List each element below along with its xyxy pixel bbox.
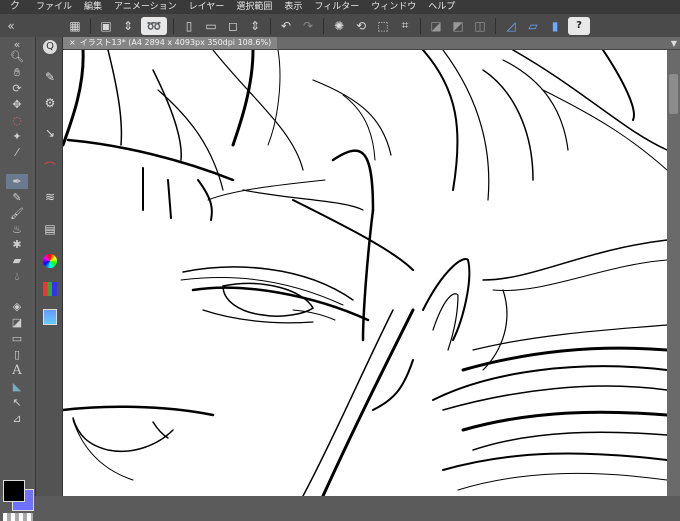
document-tab-title: イラスト13* (A4 2894 x 4093px 350dpi 108.6%)	[79, 38, 272, 47]
ruler-tool-icon[interactable]: ⊿	[6, 411, 28, 426]
chevron-updown-icon[interactable]: ⇕	[246, 17, 264, 35]
undo-icon[interactable]: ↶	[277, 17, 295, 35]
navigator-icon[interactable]: Q	[40, 37, 60, 57]
redo-icon[interactable]: ↷	[299, 17, 317, 35]
settings-icon[interactable]: ⚙	[40, 93, 60, 113]
page-icon[interactable]: ▯	[180, 17, 198, 35]
menu-selection[interactable]: 選択範囲	[230, 0, 278, 14]
fill-icon[interactable]: ◈	[6, 299, 28, 314]
sub-panel-column: Q ✎ ⚙ ↘ ⌒ ≋ ▤	[36, 37, 63, 496]
transform-icon[interactable]: ⟲	[352, 17, 370, 35]
layer-icon[interactable]: ▤	[40, 219, 60, 239]
brush-size-icon[interactable]: ⌒	[40, 157, 60, 177]
gradient-icon[interactable]: ◩	[449, 17, 467, 35]
brush-stroke-icon[interactable]: ≋	[40, 187, 60, 207]
brush-icon[interactable]: 🖌︎	[6, 206, 28, 221]
mesh-icon[interactable]: ◫	[471, 17, 489, 35]
wand-icon[interactable]: ✦	[6, 129, 28, 144]
line-correct-icon[interactable]: ↖	[6, 395, 28, 410]
scale-icon[interactable]: ⬚	[374, 17, 392, 35]
lasso-icon[interactable]: ➿	[141, 16, 167, 35]
menu-bar: ク ファイル 編集 アニメーション レイヤー 選択範囲 表示 フィルター ウィン…	[0, 0, 680, 14]
grid-icon[interactable]: ▦	[66, 17, 84, 35]
document-tab-bar: × イラスト13* (A4 2894 x 4093px 350dpi 108.6…	[63, 37, 680, 50]
color-history-icon[interactable]	[40, 307, 60, 327]
toolbar-divider	[90, 17, 91, 34]
tint-icon[interactable]: ◪	[427, 17, 445, 35]
tool-palette: « 🔍︎ ✋︎ ⟳ ✥ ◌ ✦ ⁄ ✒︎ ✎ 🖌︎ ♨ ✱ ▰ 💧︎ ◈ ◪ ▭…	[0, 37, 36, 521]
eraser-icon[interactable]: ▰	[6, 253, 28, 268]
blend-icon[interactable]: 💧︎	[6, 269, 28, 284]
crop-icon[interactable]: ⌗	[396, 17, 414, 35]
main-color-swatch[interactable]	[3, 480, 25, 502]
subtool-pen-icon[interactable]: ✎	[40, 67, 60, 87]
pen-tilt-icon[interactable]: ◿	[502, 17, 520, 35]
hand-icon[interactable]: ✋︎	[6, 65, 28, 80]
pen-icon[interactable]: ✒︎	[6, 174, 28, 189]
subtool-detail-icon[interactable]: ↘	[40, 123, 60, 143]
color-wheel-icon[interactable]	[40, 251, 60, 271]
scrollbar-thumb[interactable]	[669, 74, 678, 114]
decoration-icon[interactable]: ✱	[6, 237, 28, 252]
menu-layer[interactable]: レイヤー	[183, 0, 231, 14]
document-tab[interactable]: × イラスト13* (A4 2894 x 4093px 350dpi 108.6…	[63, 37, 278, 49]
app-logo-icon[interactable]: ク	[0, 0, 30, 14]
line-art	[63, 50, 667, 496]
toolbar-divider	[420, 17, 421, 34]
command-toolbar: « ▦ ▣ ⇕ ➿ ▯ ▭ ◻ ⇕ ↶ ↷ ✺ ⟲ ⬚ ⌗ ◪ ◩ ◫ ◿ ▱ …	[0, 14, 680, 38]
lasso-select-icon[interactable]: ◌	[6, 113, 28, 128]
balloon-icon[interactable]: ◣	[6, 379, 28, 394]
menu-file[interactable]: ファイル	[30, 0, 78, 14]
menu-filter[interactable]: フィルター	[308, 0, 365, 14]
pencil-icon[interactable]: ✎	[6, 190, 28, 205]
menu-view[interactable]: 表示	[278, 0, 308, 14]
tab-menu-icon[interactable]: ▼	[668, 39, 680, 48]
menu-help[interactable]: ヘルプ	[422, 0, 461, 14]
menu-animation[interactable]: アニメーション	[108, 0, 183, 14]
rotate-icon[interactable]: ⟳	[6, 81, 28, 96]
square-icon[interactable]: ◻	[224, 17, 242, 35]
spinner-icon[interactable]: ⇕	[119, 17, 137, 35]
collapse-panel-icon[interactable]: «	[2, 17, 20, 35]
text-tool[interactable]: A	[6, 363, 28, 378]
gradient-tool-icon[interactable]: ◪	[6, 315, 28, 330]
toolbar-divider	[270, 17, 271, 34]
close-icon[interactable]: ×	[69, 37, 76, 49]
figure-icon[interactable]: ▭	[6, 331, 28, 346]
move-icon[interactable]: ✥	[6, 97, 28, 112]
menu-window[interactable]: ウィンドウ	[365, 0, 422, 14]
toolbar-divider	[323, 17, 324, 34]
airbrush-icon[interactable]: ♨	[6, 222, 28, 237]
vertical-scrollbar[interactable]	[667, 50, 680, 496]
drawing-canvas[interactable]	[63, 50, 667, 496]
color-set-icon[interactable]	[40, 279, 60, 299]
help-icon[interactable]: ?	[568, 16, 590, 35]
pen-pressure-icon[interactable]: ▮	[546, 17, 564, 35]
menu-edit[interactable]: 編集	[78, 0, 108, 14]
transparent-color-swatch[interactable]	[3, 513, 33, 521]
new-file-icon[interactable]: ▣	[97, 17, 115, 35]
zoom-icon[interactable]: 🔍︎	[6, 49, 28, 64]
folder-icon[interactable]: ▭	[202, 17, 220, 35]
frame-icon[interactable]: ▯	[6, 347, 28, 362]
sparkle-icon[interactable]: ✺	[330, 17, 348, 35]
eyedropper-icon[interactable]: ⁄	[6, 145, 28, 160]
toolbar-divider	[173, 17, 174, 34]
ruler-icon[interactable]: ▱	[524, 17, 542, 35]
toolbar-divider	[495, 17, 496, 34]
